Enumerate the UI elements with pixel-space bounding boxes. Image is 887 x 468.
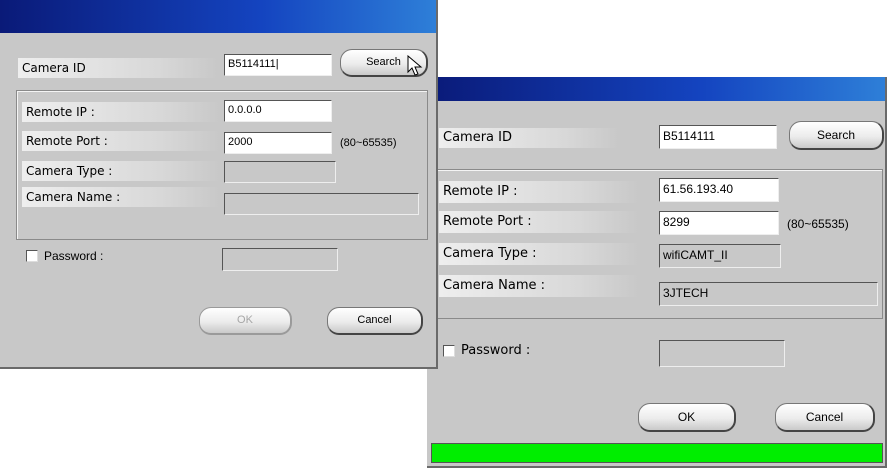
camera-type-label: Camera Type :	[22, 161, 220, 181]
search-button-label: Search	[366, 56, 401, 68]
camera-id-input[interactable]: B5114111|	[224, 54, 332, 76]
remote-port-input[interactable]: 8299	[659, 211, 779, 235]
remote-ip-label: Remote IP :	[22, 102, 220, 122]
cancel-button-label: Cancel	[805, 410, 844, 424]
arrow-cursor-icon	[407, 55, 423, 76]
camera-id-label: Camera ID	[18, 58, 218, 78]
progress-bar	[431, 443, 883, 463]
camera-name-field: 3JTECH	[659, 282, 878, 306]
search-button-label: Search	[816, 128, 856, 142]
cancel-button-label: Cancel	[357, 314, 392, 326]
camera-type-field: wifiCAMT_II	[659, 244, 781, 268]
port-range-hint: (80~65535)	[340, 137, 397, 149]
remote-port-label: Remote Port :	[22, 131, 220, 151]
password-field	[659, 340, 785, 367]
password-field	[222, 248, 338, 271]
cancel-button[interactable]: Cancel	[327, 307, 423, 335]
camera-id-label: Camera ID	[439, 128, 619, 148]
ok-button-label: OK	[237, 314, 253, 326]
password-checkbox[interactable]	[26, 250, 38, 262]
password-label: Password :	[44, 249, 104, 263]
camera-name-field	[224, 193, 419, 215]
connect-dialog-back: Camera ID B5114111 Search Remote IP : 61…	[427, 77, 887, 468]
camera-id-input[interactable]: B5114111	[659, 125, 777, 149]
remote-port-label: Remote Port :	[439, 211, 639, 233]
cancel-button[interactable]: Cancel	[775, 403, 875, 432]
ok-button-label: OK	[677, 410, 696, 424]
ok-button[interactable]: OK	[199, 307, 292, 335]
port-range-hint: (80~65535)	[787, 217, 849, 231]
password-label: Password :	[461, 343, 531, 358]
password-checkbox[interactable]	[443, 345, 455, 357]
camera-type-field	[224, 161, 336, 183]
search-button[interactable]: Search	[789, 121, 884, 150]
title-bar[interactable]	[0, 0, 436, 33]
camera-name-label: Camera Name :	[439, 275, 639, 297]
remote-ip-input[interactable]: 61.56.193.40	[659, 178, 779, 202]
remote-ip-input[interactable]: 0.0.0.0	[224, 100, 332, 122]
title-bar[interactable]	[427, 77, 885, 101]
remote-ip-label: Remote IP :	[439, 181, 639, 203]
progress-bar-fill	[432, 444, 882, 462]
camera-name-label: Camera Name :	[22, 187, 220, 207]
remote-port-input[interactable]: 2000	[224, 132, 332, 154]
ok-button[interactable]: OK	[638, 403, 736, 432]
connect-dialog-front: Camera ID B5114111| Search Remote IP : 0…	[0, 0, 438, 369]
camera-type-label: Camera Type :	[439, 243, 639, 265]
